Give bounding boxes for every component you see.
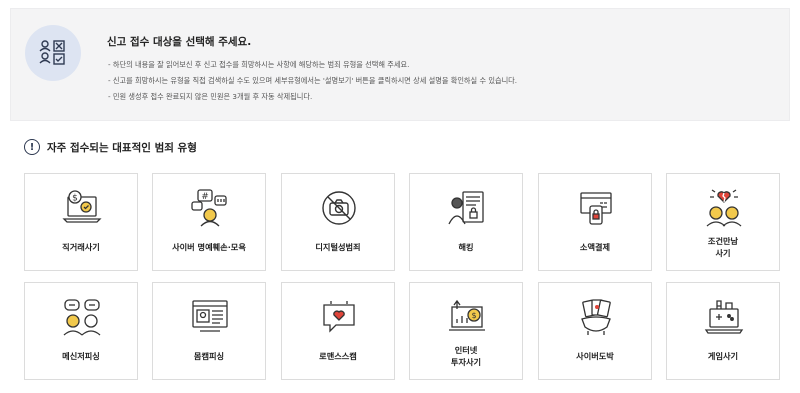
webcam-window-icon (192, 300, 228, 332)
crime-card-hacking[interactable]: 해킹 (409, 173, 523, 271)
notice-box: 신고 접수 대상을 선택해 주세요. - 하단의 내용을 잘 읽어보신 후 신고… (10, 8, 790, 121)
notice-list: - 하단의 내용을 잘 읽어보신 후 신고 접수를 희망하시는 사항에 해당하는… (108, 57, 517, 105)
crime-card-defamation[interactable]: # 사이버 명예훼손·모욕 (152, 173, 266, 271)
user-checklist-icon (25, 25, 81, 81)
laptop-money-icon: $ (62, 190, 102, 223)
svg-text:#: # (201, 192, 209, 202)
crime-card-conditional-meeting[interactable]: 조건만남 사기 (666, 173, 780, 271)
crime-card-direct-trade[interactable]: $ 직거래사기 (24, 173, 138, 271)
crime-card-bodycam-phishing[interactable]: 몸캠피싱 (152, 282, 266, 380)
heart-chat-icon (323, 301, 355, 333)
game-laptop-icon (704, 300, 744, 334)
crime-card-label: 인터넷 투자사기 (450, 345, 482, 367)
crime-card-digital-sex-crime[interactable]: 디지털성범죄 (281, 173, 395, 271)
crime-card-label: 로맨스스캠 (319, 351, 357, 361)
svg-text:$: $ (471, 311, 476, 320)
crime-card-label: 메신저피싱 (62, 351, 100, 361)
investment-chart-icon: $ (449, 299, 485, 331)
crime-card-label: 해킹 (458, 242, 474, 252)
crime-card-internet-investment[interactable]: $ 인터넷 투자사기 (409, 282, 523, 380)
section-heading: ! 자주 접수되는 대표적인 범죄 유형 (24, 139, 197, 155)
messenger-people-icon (63, 299, 101, 336)
crime-card-label: 디지털성범죄 (315, 242, 361, 252)
crime-card-label: 사이버 명예훼손·모욕 (172, 242, 246, 252)
crime-card-cyber-gambling[interactable]: 사이버도박 (538, 282, 652, 380)
crime-card-romance-scam[interactable]: 로맨스스캠 (281, 282, 395, 380)
exclamation-circle-icon: ! (24, 139, 40, 155)
crime-card-label: 조건만남 사기 (707, 236, 739, 258)
cards-hand-icon (581, 299, 611, 335)
crime-card-label: 사이버도박 (576, 351, 614, 361)
crime-card-game-fraud[interactable]: 게임사기 (666, 282, 780, 380)
speech-person-icon: # (191, 189, 227, 227)
notice-line: - 민원 생성후 접수 완료되지 않은 민원은 3개월 후 자동 삭제됩니다. (108, 92, 313, 101)
notice-line: - 신고를 희망하시는 유형을 직접 검색하실 수도 있으며 세부유형에서는 '… (108, 76, 518, 85)
hacker-icon (448, 191, 484, 225)
section-title: 자주 접수되는 대표적인 범죄 유형 (47, 141, 197, 154)
notice-line: - 하단의 내용을 잘 읽어보신 후 신고 접수를 희망하시는 사항에 해당하는… (108, 60, 410, 69)
broken-heart-couple-icon (706, 189, 742, 227)
no-camera-icon (322, 191, 356, 225)
crime-card-label: 직거래사기 (62, 242, 100, 252)
notice-title: 신고 접수 대상을 선택해 주세요. (107, 36, 252, 48)
crime-card-label: 소액결제 (579, 242, 611, 252)
crime-card-label: 게임사기 (707, 351, 739, 361)
phone-payment-icon (580, 192, 612, 225)
crime-card-micropayment[interactable]: 소액결제 (538, 173, 652, 271)
svg-text:$: $ (72, 194, 78, 204)
crime-card-label: 몸캠피싱 (193, 351, 225, 361)
crime-card-messenger-phishing[interactable]: 메신저피싱 (24, 282, 138, 380)
